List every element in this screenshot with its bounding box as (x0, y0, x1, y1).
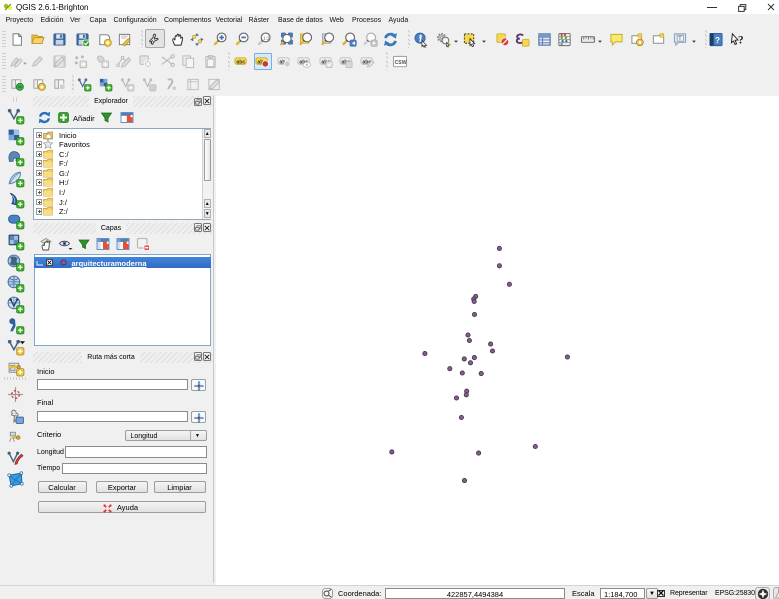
svg-text:?: ? (715, 34, 720, 44)
svg-text:1:1: 1:1 (263, 35, 270, 40)
svg-text:abc: abc (236, 59, 245, 65)
svg-text:CSW: CSW (394, 59, 406, 65)
svg-text:?: ? (738, 34, 744, 46)
